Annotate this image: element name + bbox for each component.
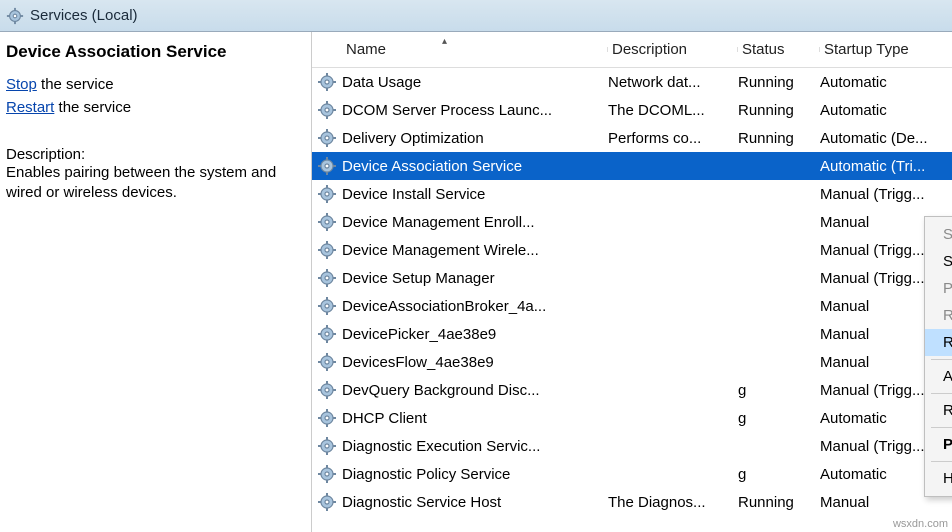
table-row[interactable]: DevicePicker_4ae38e9Manual <box>312 320 952 348</box>
service-icon <box>312 156 342 176</box>
ctx-resume: Resume <box>925 302 952 329</box>
cell-status: Running <box>738 74 820 91</box>
cell-description: Network dat... <box>608 74 738 91</box>
service-icon <box>312 352 342 372</box>
service-icon <box>312 464 342 484</box>
ctx-refresh[interactable]: Refresh <box>925 397 952 424</box>
cell-name: Diagnostic Service Host <box>342 494 608 511</box>
titlebar-text: Services (Local) <box>30 7 138 24</box>
ctx-start: Start <box>925 221 952 248</box>
col-name[interactable]: Name <box>312 41 608 58</box>
ctx-pause: Pause <box>925 275 952 302</box>
table-row[interactable]: Device Install Service Manual (Trigg... <box>312 180 952 208</box>
table-row[interactable]: Diagnostic Service HostThe Diagnos...Run… <box>312 488 952 516</box>
service-icon <box>312 128 342 148</box>
service-icon <box>312 296 342 316</box>
table-row[interactable]: Diagnostic Execution Servic...Manual (Tr… <box>312 432 952 460</box>
cell-description: The Diagnos... <box>608 494 738 511</box>
description-label: Description: <box>6 146 297 163</box>
service-icon <box>312 268 342 288</box>
cell-name: DeviceAssociationBroker_4a... <box>342 298 608 315</box>
cell-name: Data Usage <box>342 74 608 91</box>
cell-startup-type: Automatic (De... <box>820 130 952 147</box>
restart-link[interactable]: Restart <box>6 99 54 116</box>
table-row[interactable]: DevQuery Background Disc...gManual (Trig… <box>312 376 952 404</box>
cell-startup-type: Automatic (Tri... <box>820 158 952 175</box>
ctx-help[interactable]: Help <box>925 465 952 492</box>
cell-name: Device Management Enroll... <box>342 214 608 231</box>
cell-name: Diagnostic Policy Service <box>342 466 608 483</box>
ctx-properties[interactable]: Properties <box>925 431 952 458</box>
services-list: ▴ Name Description Status Startup Type D… <box>312 32 952 532</box>
cell-name: DevicePicker_4ae38e9 <box>342 326 608 343</box>
cell-name: Device Install Service <box>342 186 608 203</box>
cell-startup-type: Automatic <box>820 74 952 91</box>
table-row[interactable]: DCOM Server Process Launc...The DCOML...… <box>312 96 952 124</box>
ctx-all-tasks[interactable]: All Tasks▶ <box>925 363 952 390</box>
service-icon <box>312 380 342 400</box>
table-row[interactable]: DHCP ClientgAutomatic <box>312 404 952 432</box>
col-startup-type[interactable]: Startup Type <box>820 41 952 58</box>
watermark: wsxdn.com <box>893 518 948 530</box>
table-row[interactable]: Delivery OptimizationPerforms co...Runni… <box>312 124 952 152</box>
service-icon <box>312 436 342 456</box>
ctx-restart[interactable]: Restart <box>925 329 952 356</box>
cell-description: The DCOML... <box>608 102 738 119</box>
service-icon <box>312 492 342 512</box>
table-row[interactable]: DeviceAssociationBroker_4a...Manual <box>312 292 952 320</box>
cell-description: Performs co... <box>608 130 738 147</box>
cell-name: Device Association Service <box>342 158 608 175</box>
cell-name: DCOM Server Process Launc... <box>342 102 608 119</box>
ctx-stop[interactable]: Stop <box>925 248 952 275</box>
table-row[interactable]: Data UsageNetwork dat...RunningAutomatic <box>312 68 952 96</box>
selected-service-heading: Device Association Service <box>6 42 297 62</box>
service-icon <box>312 324 342 344</box>
services-icon <box>6 7 24 25</box>
col-description[interactable]: Description <box>608 41 738 58</box>
service-icon <box>312 240 342 260</box>
cell-status: Running <box>738 494 820 511</box>
cell-status: Running <box>738 130 820 147</box>
cell-status: g <box>738 382 820 399</box>
table-row[interactable]: Diagnostic Policy ServicegAutomatic <box>312 460 952 488</box>
service-icon <box>312 72 342 92</box>
col-status[interactable]: Status <box>738 41 820 58</box>
cell-name: DHCP Client <box>342 410 608 427</box>
cell-name: Delivery Optimization <box>342 130 608 147</box>
service-icon <box>312 408 342 428</box>
table-row[interactable]: DevicesFlow_4ae38e9Manual <box>312 348 952 376</box>
description-text: Enables pairing between the system and w… <box>6 163 297 204</box>
cell-name: DevicesFlow_4ae38e9 <box>342 354 608 371</box>
cell-name: DevQuery Background Disc... <box>342 382 608 399</box>
service-icon <box>312 184 342 204</box>
cell-status: g <box>738 410 820 427</box>
cell-startup-type: Manual (Trigg... <box>820 186 952 203</box>
column-headers: ▴ Name Description Status Startup Type <box>312 32 952 68</box>
cell-status: g <box>738 466 820 483</box>
context-menu: Start Stop Pause Resume Restart All Task… <box>924 216 952 497</box>
details-panel: Device Association Service Stop the serv… <box>0 32 312 532</box>
cell-name: Device Management Wirele... <box>342 242 608 259</box>
titlebar: Services (Local) <box>0 0 952 32</box>
stop-link[interactable]: Stop <box>6 76 37 93</box>
cell-name: Device Setup Manager <box>342 270 608 287</box>
cell-status: Running <box>738 102 820 119</box>
service-icon <box>312 100 342 120</box>
cell-name: Diagnostic Execution Servic... <box>342 438 608 455</box>
service-icon <box>312 212 342 232</box>
table-row[interactable]: Device Setup ManagerManual (Trigg... <box>312 264 952 292</box>
table-row[interactable]: Device Association Service Automatic (Tri… <box>312 152 952 180</box>
cell-startup-type: Automatic <box>820 102 952 119</box>
table-row[interactable]: Device Management Enroll...Manual <box>312 208 952 236</box>
table-row[interactable]: Device Management Wirele...Manual (Trigg… <box>312 236 952 264</box>
